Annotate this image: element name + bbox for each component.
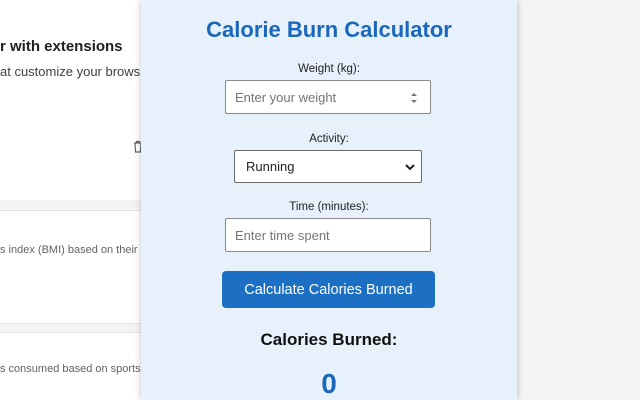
extension-card-description: s index (BMI) based on their h [0, 244, 147, 256]
extensions-page-right-area [518, 0, 640, 400]
weight-label: Weight (kg): [298, 63, 360, 75]
extension-card-calories[interactable]: s consumed based on sports [0, 332, 150, 400]
time-input-placeholder: Enter time spent [235, 227, 330, 243]
calorie-calculator-popup: Calorie Burn Calculator Weight (kg): Ent… [141, 0, 517, 400]
extensions-heading: r with extensions [0, 38, 123, 55]
extensions-header-card: r with extensions at customize your brow… [0, 0, 148, 200]
result-value: 0 [321, 368, 337, 399]
weight-input[interactable]: Enter your weight [225, 80, 431, 114]
extension-card-bmi[interactable]: s index (BMI) based on their h [0, 210, 150, 324]
activity-selected-value: Running [246, 159, 295, 174]
calculate-button[interactable]: Calculate Calories Burned [222, 271, 435, 308]
extensions-subtext: at customize your brows [0, 64, 141, 79]
activity-label: Activity: [309, 133, 349, 145]
chevron-down-icon [405, 164, 415, 171]
activity-select[interactable]: Running [234, 150, 422, 183]
extension-card-description: s consumed based on sports [0, 363, 141, 375]
weight-input-placeholder: Enter your weight [235, 89, 337, 105]
time-input[interactable]: Enter time spent [225, 218, 431, 252]
time-label: Time (minutes): [289, 201, 369, 213]
result-label: Calories Burned: [260, 330, 398, 349]
popup-title: Calorie Burn Calculator [206, 17, 452, 42]
number-spinner-icon[interactable] [410, 91, 418, 105]
